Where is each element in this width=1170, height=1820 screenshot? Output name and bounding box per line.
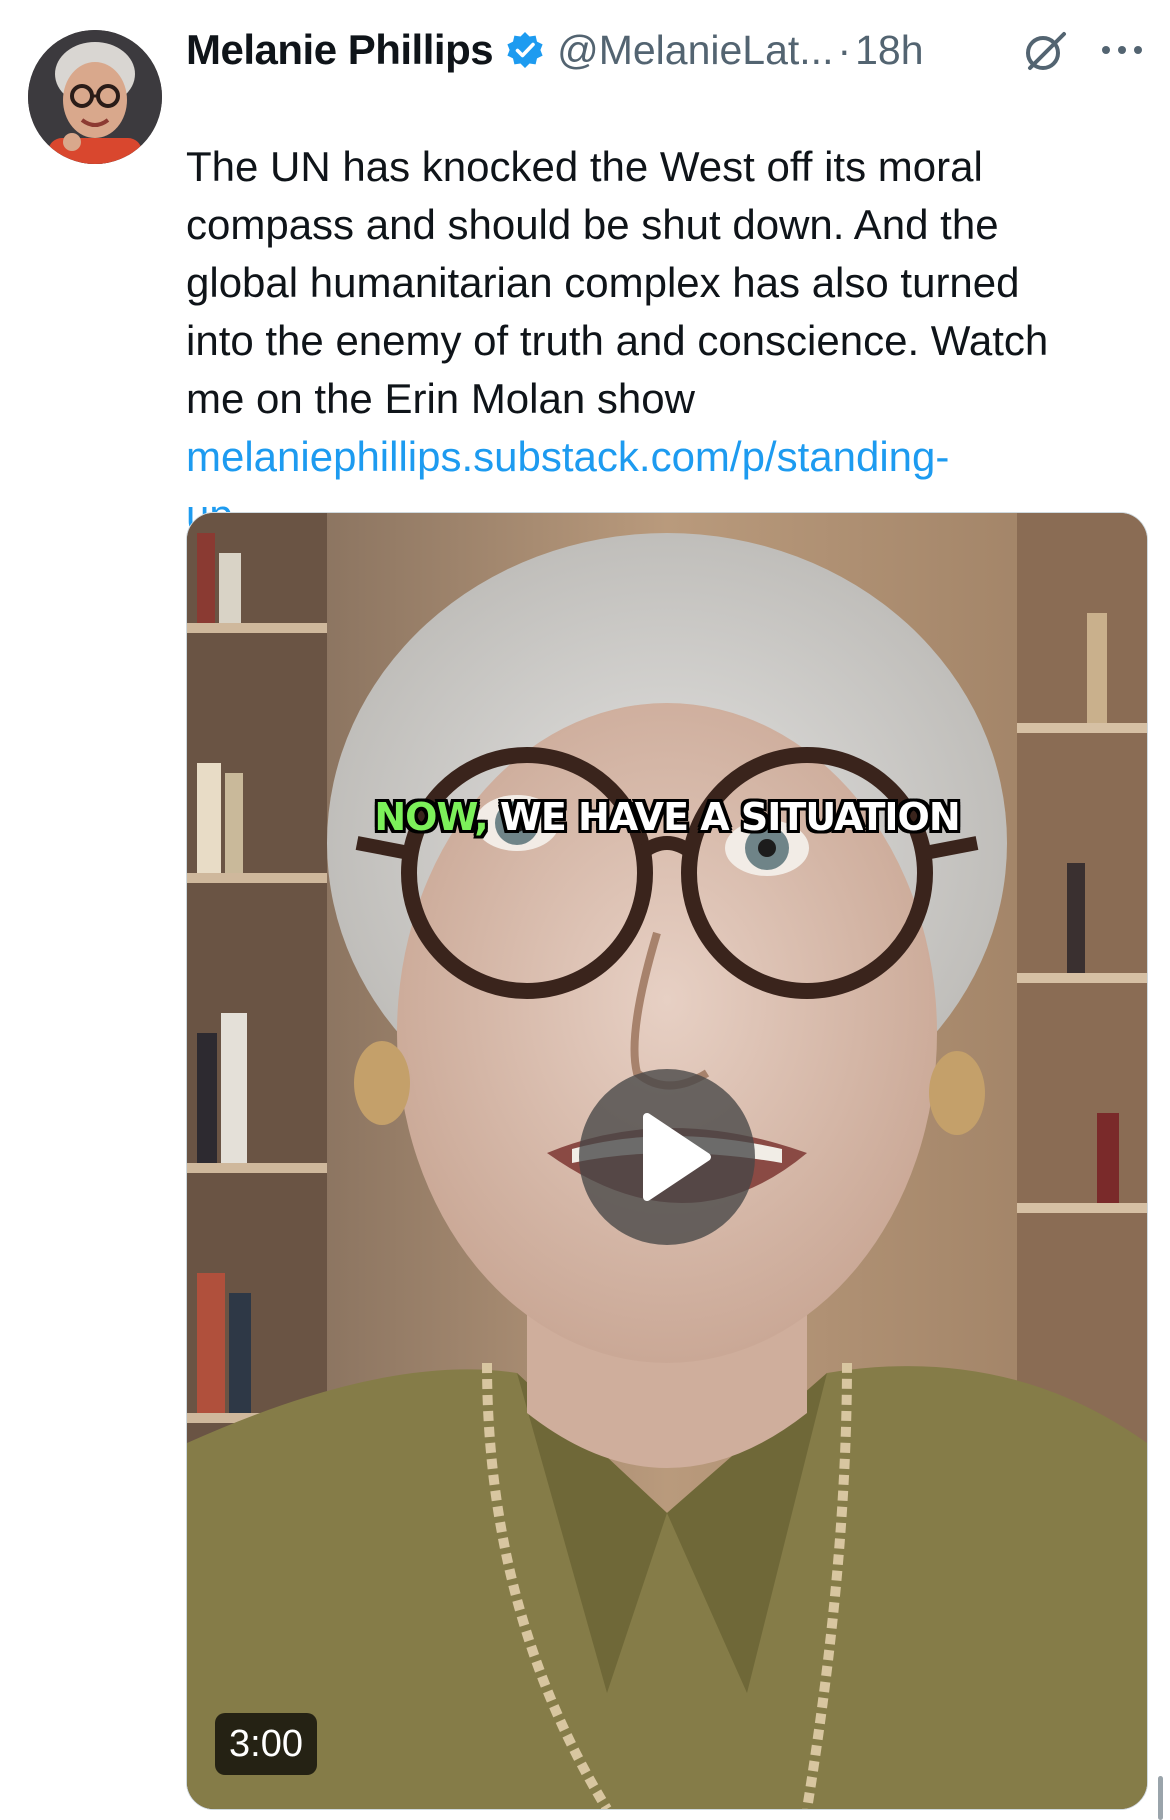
play-icon: [643, 1113, 711, 1201]
more-options-icon[interactable]: [1098, 34, 1146, 66]
timestamp[interactable]: 18h: [855, 27, 923, 74]
caption-text: WE HAVE A SITUATION: [487, 795, 961, 839]
video-duration: 3:00: [215, 1713, 317, 1775]
caption-highlight: NOW,: [374, 795, 488, 839]
avatar-image: [28, 30, 162, 164]
grok-icon[interactable]: [1022, 28, 1068, 74]
video-caption: NOW, WE HAVE A SITUATION: [187, 795, 1147, 839]
author-name[interactable]: Melanie Phillips: [186, 26, 494, 74]
play-button[interactable]: [579, 1069, 755, 1245]
video-player[interactable]: NOW, WE HAVE A SITUATION 3:00: [186, 512, 1148, 1810]
tweet-text: The UN has knocked the West off its mora…: [186, 143, 1049, 422]
author-handle[interactable]: @MelanieLat...: [557, 27, 833, 74]
tweet-header: Melanie Phillips @MelanieLat... · 18h: [186, 22, 1146, 78]
scrollbar[interactable]: [1158, 1776, 1163, 1820]
verified-badge-icon: [507, 32, 543, 68]
author-avatar[interactable]: [28, 30, 162, 164]
separator-dot: ·: [837, 26, 852, 73]
